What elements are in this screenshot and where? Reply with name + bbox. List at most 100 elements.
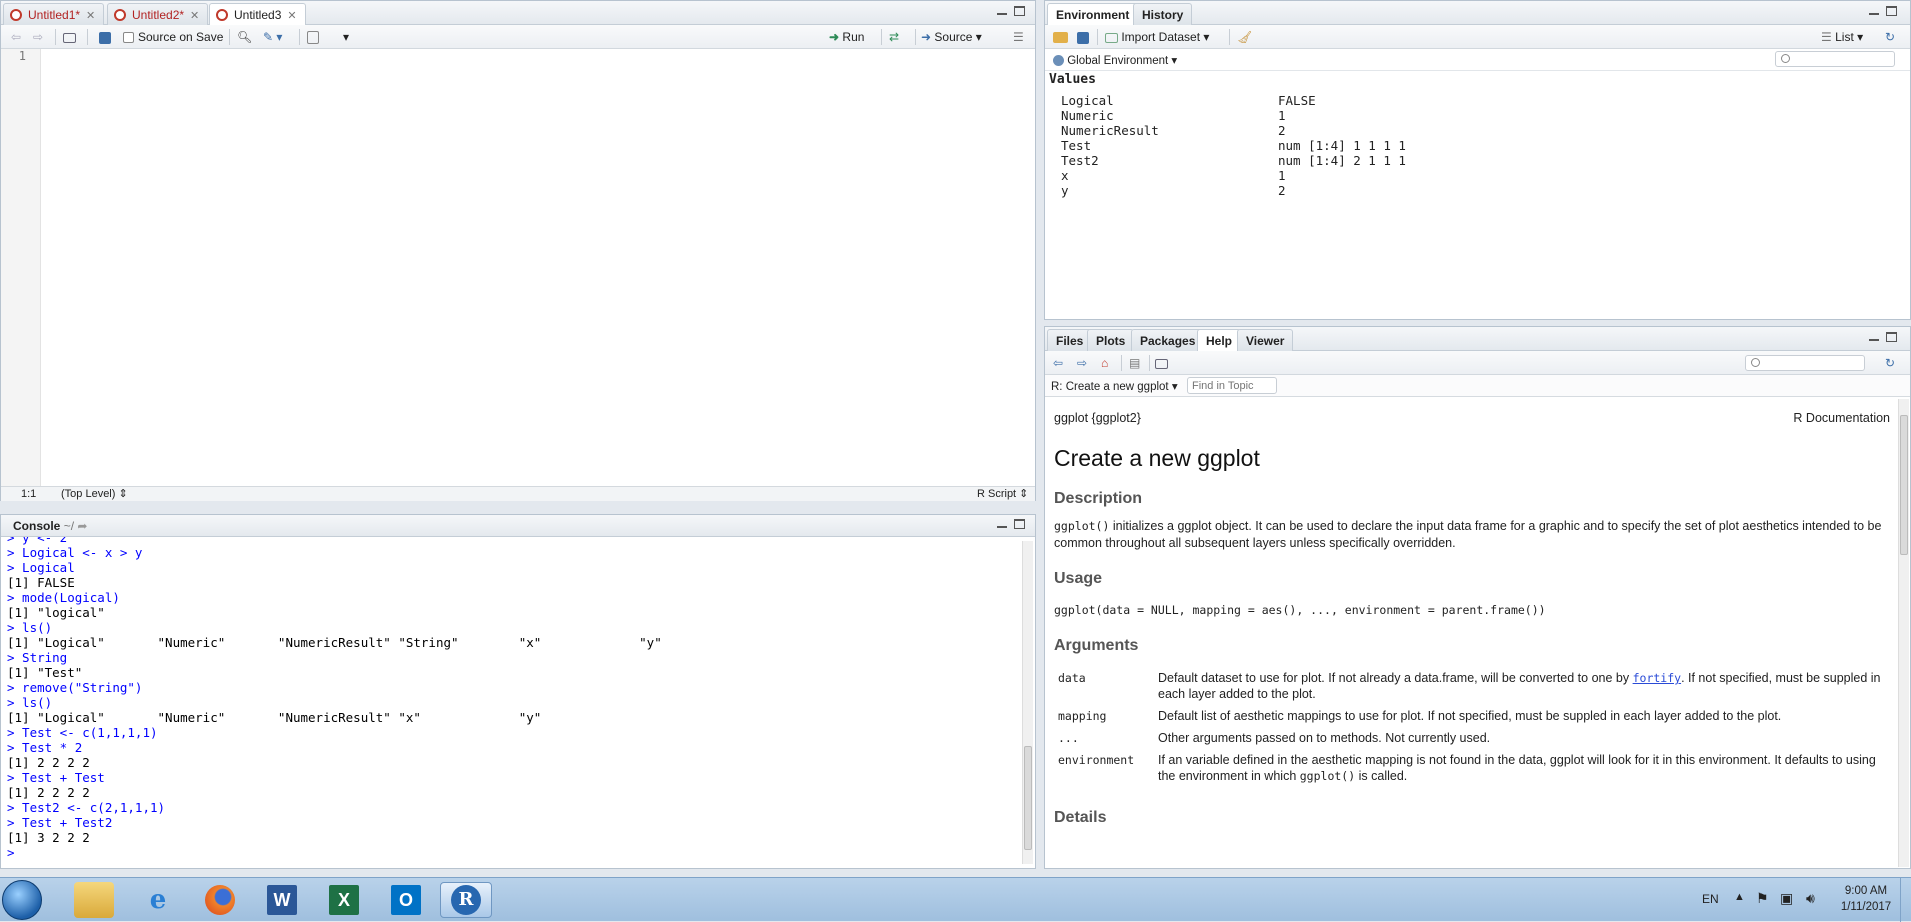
excel-icon[interactable]: X <box>324 882 364 918</box>
find-replace-icon[interactable]: 🔍︎ <box>237 28 252 46</box>
values-section-header: Values <box>1049 72 1096 87</box>
minimize-icon[interactable] <box>997 13 1007 15</box>
go-to-directory-icon[interactable]: ➦ <box>77 519 87 533</box>
scope-dropdown[interactable]: Global Environment ▾ <box>1053 53 1177 67</box>
close-tab-icon[interactable]: ✕ <box>287 10 296 22</box>
list-icon: ☰ <box>1821 30 1832 44</box>
network-icon[interactable]: ▣ <box>1780 890 1793 907</box>
more-options-dropdown-icon[interactable]: ▾ <box>343 28 349 46</box>
help-back-icon[interactable]: ⇦ <box>1053 354 1063 372</box>
show-hidden-icons[interactable]: ▲ <box>1734 891 1745 903</box>
refresh-icon[interactable]: ↻ <box>1885 28 1895 46</box>
import-dataset-button[interactable]: Import Dataset ▾ <box>1105 28 1209 46</box>
editor-toolbar: ⇦ ⇨ Source on Save 🔍︎ ✎ ▾ ▾ ➜ Run ⇄ ➜ So… <box>1 25 1035 49</box>
maximize-icon[interactable] <box>1886 332 1897 342</box>
console-scrollbar[interactable] <box>1022 541 1033 864</box>
usage-heading: Usage <box>1054 570 1103 587</box>
help-search-input[interactable] <box>1745 355 1865 371</box>
code-tools-wand-icon[interactable]: ✎ ▾ <box>263 28 282 46</box>
tab-help[interactable]: Help <box>1197 329 1242 352</box>
firefox-icon[interactable] <box>200 882 240 918</box>
run-button[interactable]: ➜ Run <box>829 28 864 46</box>
editor-tab-untitled1[interactable]: Untitled1* ✕ <box>3 3 105 25</box>
compile-report-icon[interactable] <box>307 28 319 46</box>
environment-row[interactable]: x1 <box>1045 168 1898 183</box>
maximize-icon[interactable] <box>1014 519 1025 529</box>
tab-files[interactable]: Files <box>1047 329 1093 351</box>
tab-viewer[interactable]: Viewer <box>1237 329 1294 351</box>
load-workspace-icon[interactable] <box>1053 28 1068 46</box>
help-scrollbar[interactable] <box>1898 399 1909 867</box>
environment-row[interactable]: Test2 num [1:4] 2 1 1 1 <box>1045 153 1898 168</box>
r-globe-icon <box>1053 55 1064 67</box>
show-desktop-button[interactable] <box>1900 878 1911 922</box>
home-icon[interactable]: ⌂ <box>1101 354 1108 372</box>
show-in-window-icon[interactable] <box>1155 354 1168 372</box>
windows-explorer-icon[interactable] <box>74 882 114 918</box>
clear-workspace-broom-icon[interactable]: 🧹︎ <box>1237 28 1252 46</box>
console-output-line: [1] "Logical" "Numeric" "NumericResult" … <box>7 635 662 650</box>
source-on-save-checkbox[interactable]: Source on Save <box>123 28 223 46</box>
volume-icon[interactable]: 🔊︎ <box>1806 890 1815 907</box>
maximize-icon[interactable] <box>1886 6 1897 16</box>
minimize-icon[interactable] <box>1869 13 1879 15</box>
variable-name: x <box>1061 168 1069 183</box>
minimize-icon[interactable] <box>997 526 1007 528</box>
clock[interactable]: 9:00 AM 1/11/2017 <box>1836 883 1896 915</box>
arguments-heading: Arguments <box>1054 637 1139 654</box>
save-icon[interactable] <box>99 28 111 46</box>
close-tab-icon[interactable]: ✕ <box>190 10 199 22</box>
tab-packages[interactable]: Packages <box>1131 329 1205 351</box>
help-forward-icon[interactable]: ⇨ <box>1077 354 1087 372</box>
variable-value: num [1:4] 1 1 1 1 <box>1278 138 1406 153</box>
scrollbar-thumb[interactable] <box>1900 415 1908 555</box>
console-output-line: [1] 3 2 2 2 <box>7 830 90 845</box>
back-arrow-icon[interactable]: ⇦ <box>11 28 21 46</box>
close-tab-icon[interactable]: ✕ <box>86 10 95 22</box>
start-button[interactable] <box>2 880 42 920</box>
find-in-topic-input[interactable] <box>1187 377 1277 394</box>
action-center-flag-icon[interactable]: ⚑ <box>1756 890 1769 907</box>
rstudio-icon[interactable]: R <box>440 882 492 918</box>
scrollbar-thumb[interactable] <box>1024 746 1032 850</box>
minimize-icon[interactable] <box>1869 339 1879 341</box>
help-window-controls <box>1869 332 1899 346</box>
view-mode-dropdown[interactable]: ☰ List ▾ <box>1821 28 1863 46</box>
environment-tabbar: Environment History <box>1045 1 1910 26</box>
variable-value: FALSE <box>1278 93 1316 108</box>
save-workspace-icon[interactable] <box>1077 28 1089 46</box>
environment-row[interactable]: Test num [1:4] 1 1 1 1 <box>1045 138 1898 153</box>
console-command-line: > Test <- c(1,1,1,1) <box>7 725 158 740</box>
document-outline-icon[interactable]: ☰ <box>1013 28 1024 46</box>
show-in-window-icon[interactable] <box>63 28 76 46</box>
help-title: Create a new ggplot <box>1054 445 1260 471</box>
console-output-line: [1] "Test" <box>7 665 83 680</box>
editor-tab-untitled2[interactable]: Untitled2* ✕ <box>107 3 209 25</box>
tab-environment[interactable]: Environment <box>1047 3 1139 26</box>
tab-plots[interactable]: Plots <box>1087 329 1135 351</box>
tab-history[interactable]: History <box>1133 3 1193 25</box>
forward-arrow-icon[interactable]: ⇨ <box>33 28 43 46</box>
console-output[interactable]: > y <- 2 > Logical <- x > y > Logical [1] F… <box>7 537 1019 868</box>
rerun-icon[interactable]: ⇄ <box>889 28 899 46</box>
code-editor-area[interactable] <box>42 49 1035 486</box>
fortify-link[interactable]: fortify <box>1633 671 1681 685</box>
environment-search-input[interactable] <box>1775 51 1895 67</box>
refresh-icon[interactable]: ↻ <box>1885 354 1895 372</box>
print-icon[interactable]: ▤ <box>1129 354 1140 372</box>
environment-row[interactable]: Logical FALSE <box>1045 93 1898 108</box>
file-type-selector[interactable]: R Script ⇕ <box>977 487 1028 501</box>
environment-row[interactable]: y2 <box>1045 183 1898 198</box>
word-icon[interactable]: W <box>262 882 302 918</box>
environment-row[interactable]: Numeric 1 <box>1045 108 1898 123</box>
outlook-icon[interactable]: O <box>386 882 426 918</box>
internet-explorer-icon[interactable]: e <box>138 882 178 918</box>
r-documentation-label: R Documentation <box>1793 411 1890 425</box>
editor-tab-untitled3[interactable]: Untitled3 ✕ <box>209 3 306 26</box>
maximize-icon[interactable] <box>1014 6 1025 16</box>
source-button[interactable]: ➜ Source ▾ <box>921 28 982 46</box>
help-topic-dropdown[interactable]: R: Create a new ggplot ▾ <box>1051 379 1178 393</box>
language-indicator[interactable]: EN <box>1702 892 1719 906</box>
scope-selector[interactable]: (Top Level) ⇕ <box>61 487 128 501</box>
environment-row[interactable]: NumericResult 2 <box>1045 123 1898 138</box>
